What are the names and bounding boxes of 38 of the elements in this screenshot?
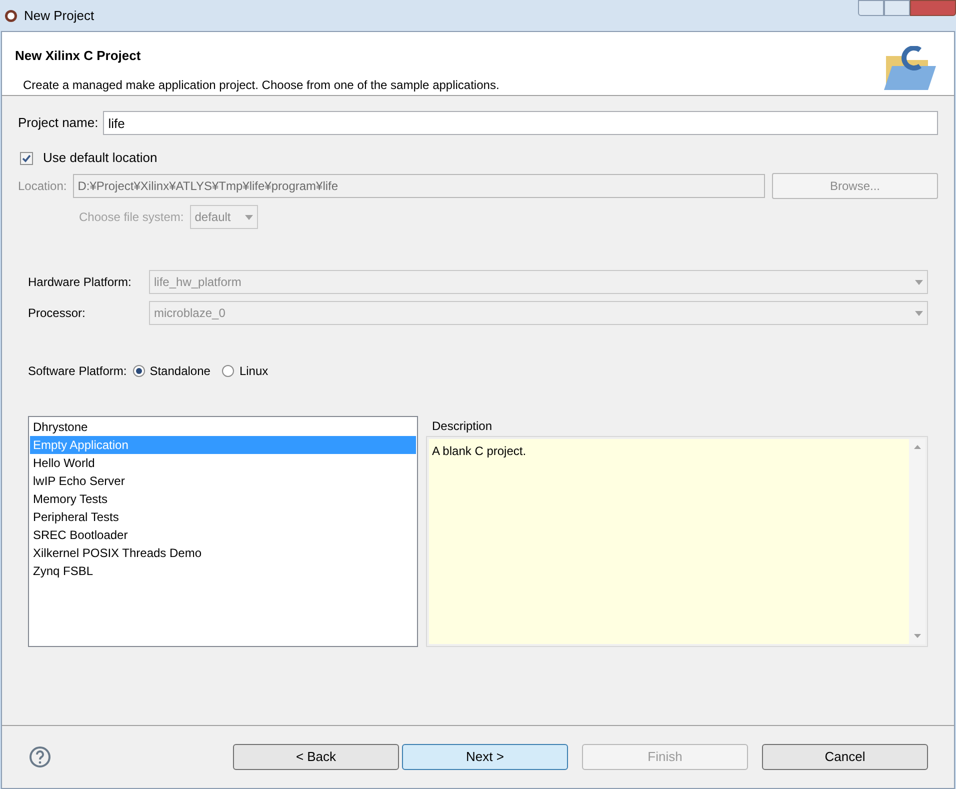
field-label: Project name:	[18, 114, 98, 132]
list-item[interactable]: Hello World	[30, 454, 416, 472]
field-label: Processor:	[28, 305, 86, 322]
field-label: Hardware Platform:	[28, 274, 132, 291]
page-description: Create a managed make application project. Choose from one of the sample applications.	[22, 76, 500, 94]
field-label: Location:	[18, 178, 67, 195]
dialog-button[interactable]: Cancel	[762, 744, 928, 770]
scroll-down-icon	[914, 634, 920, 638]
window-title: New Project	[24, 6, 94, 25]
dialog-button[interactable]: Next >	[402, 744, 568, 770]
radio-button[interactable]: Linux	[222, 362, 268, 380]
minimize-button[interactable]	[858, 0, 884, 16]
field-label: Software Platform:	[28, 363, 127, 380]
close-button[interactable]	[910, 0, 956, 16]
dropdown-caret-icon	[915, 310, 923, 316]
radio-button[interactable]: Standalone	[132, 362, 210, 380]
section-title: Description	[431, 418, 494, 435]
check-icon	[22, 154, 31, 162]
list-item[interactable]: Peripheral Tests	[30, 508, 416, 526]
list-item[interactable]: Dhrystone	[30, 418, 416, 436]
dialog-button[interactable]: < Back	[233, 744, 399, 770]
field-label: Choose file system:	[79, 209, 184, 226]
help-icon[interactable]	[29, 746, 51, 768]
page-title: New Xilinx C Project	[15, 47, 142, 65]
dropdown-caret-icon	[244, 214, 253, 220]
app-icon	[4, 8, 18, 22]
description-text: A blank C project.	[429, 439, 909, 644]
list-item[interactable]: SREC Bootloader	[30, 526, 416, 544]
dropdown-caret-icon	[915, 280, 923, 284]
list-item[interactable]: Memory Tests	[30, 490, 416, 508]
scroll-up-icon	[914, 445, 920, 449]
list-item[interactable]: Xilkernel POSIX Threads Demo	[30, 544, 416, 562]
checkbox[interactable]	[20, 152, 33, 164]
list-item[interactable]: Zynq FSBL	[30, 562, 416, 580]
project-name-field[interactable]: life	[103, 111, 938, 135]
checkbox-label: Use default location	[43, 149, 158, 168]
maximize-button[interactable]	[884, 0, 910, 16]
list-item[interactable]: lwIP Echo Server	[30, 472, 416, 490]
